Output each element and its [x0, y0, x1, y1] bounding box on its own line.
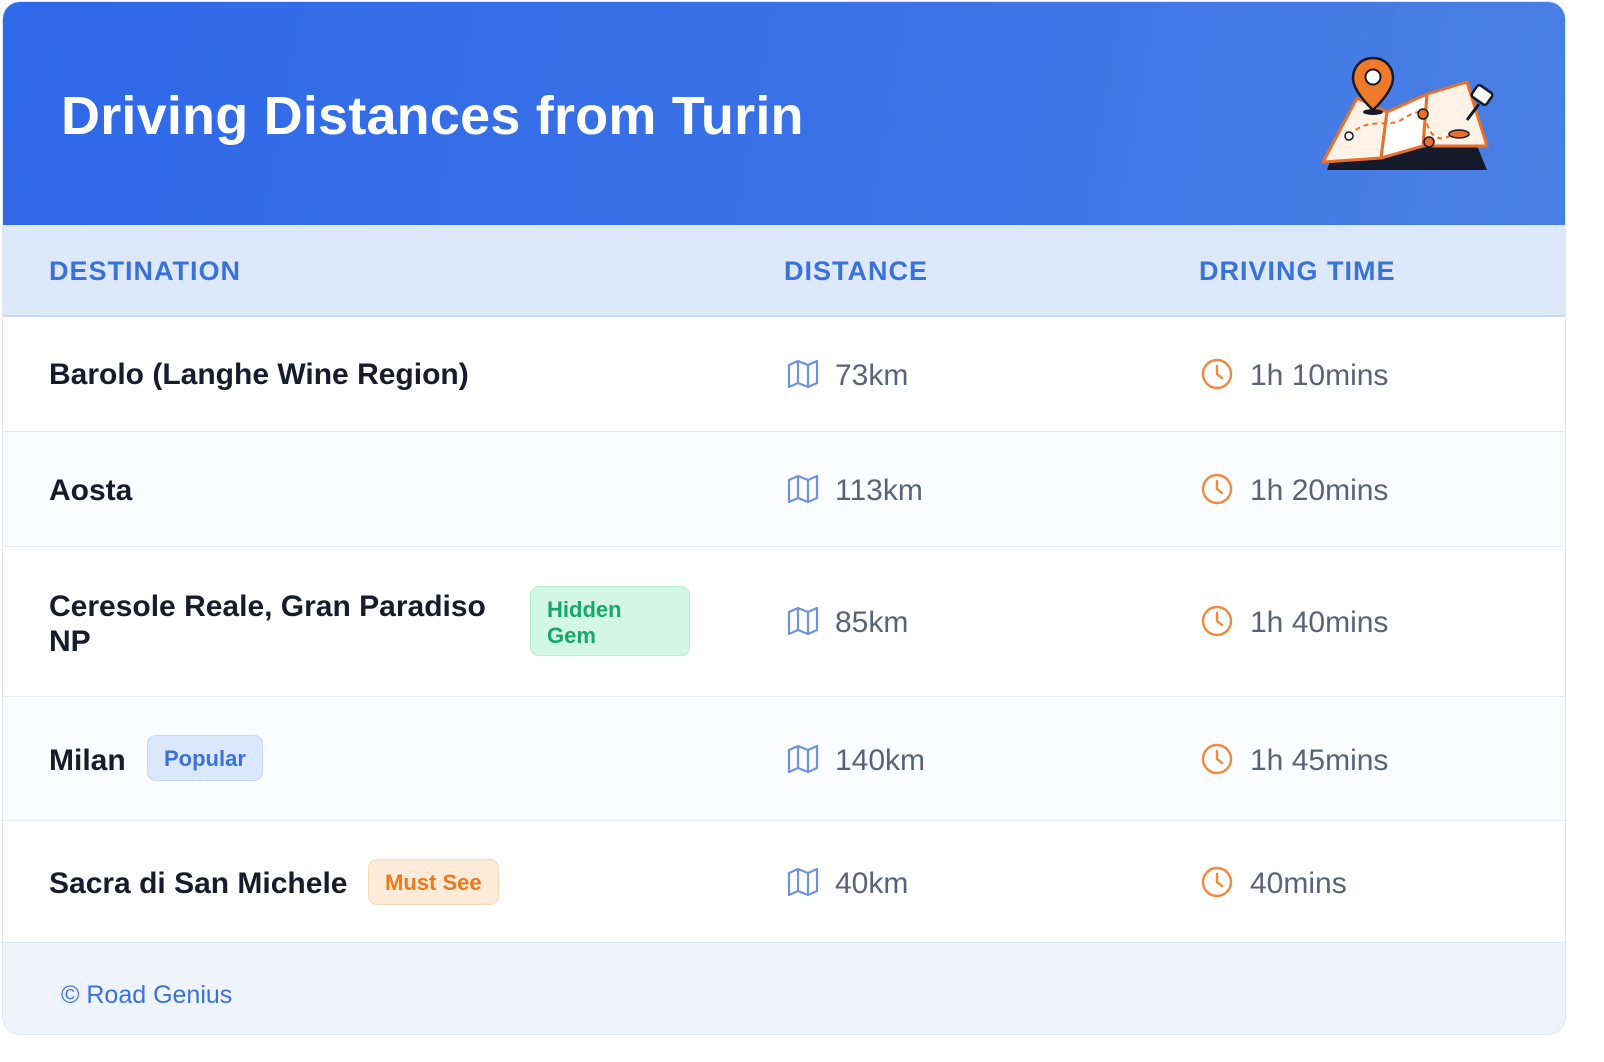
destination-name: Milan: [49, 744, 126, 777]
table-header: DESTINATION DISTANCE DRIVING TIME: [3, 225, 1565, 317]
clock-icon: [1201, 743, 1233, 775]
table-row: Barolo (Langhe Wine Region) 73km 1h 10mi…: [3, 317, 1565, 432]
map-icon: [787, 606, 819, 636]
hidden-gem-badge: Hidden Gem: [530, 586, 690, 656]
folded-map-with-location-pin-icon: [1321, 56, 1494, 170]
clock-icon: [1201, 473, 1233, 505]
column-header-driving-time: DRIVING TIME: [1199, 256, 1396, 286]
distance-value: 40km: [835, 867, 909, 900]
table-row: Ceresole Reale, Gran Paradiso NP Hidden …: [3, 547, 1565, 697]
table-row: Aosta 113km 1h 20mins: [3, 432, 1565, 547]
table-row: Milan Popular 140km 1h 45mins: [3, 697, 1565, 821]
destination-name: Aosta: [49, 474, 133, 507]
driving-time-value: 1h 10mins: [1250, 359, 1389, 392]
driving-time-value: 40mins: [1250, 867, 1347, 900]
destination-name: Ceresole Reale, Gran Paradiso NP: [49, 590, 486, 658]
destination-name: Barolo (Langhe Wine Region): [49, 358, 469, 391]
map-icon: [787, 474, 819, 504]
must-see-badge: Must See: [368, 859, 499, 905]
card-header: Driving Distances from Turin: [3, 2, 1565, 225]
column-header-distance: DISTANCE: [784, 256, 929, 286]
driving-time-value: 1h 45mins: [1250, 744, 1389, 777]
driving-time-value: 1h 20mins: [1250, 474, 1389, 507]
page-title: Driving Distances from Turin: [61, 86, 804, 146]
clock-icon: [1201, 358, 1233, 390]
map-icon: [787, 867, 819, 897]
driving-time-value: 1h 40mins: [1250, 606, 1389, 639]
map-icon: [787, 359, 819, 389]
distance-value: 140km: [835, 744, 926, 777]
distance-value: 73km: [835, 359, 909, 392]
table-row: Sacra di San Michele Must See 40km 40min…: [3, 821, 1565, 942]
distance-value: 85km: [835, 606, 909, 639]
copyright-link[interactable]: © Road Genius: [61, 980, 232, 1010]
destination-name: Sacra di San Michele: [49, 867, 348, 900]
popular-badge: Popular: [147, 735, 263, 781]
distance-table-card: Driving Distances from Turin DESTINATION…: [2, 1, 1566, 1035]
column-header-destination: DESTINATION: [49, 256, 241, 286]
clock-icon: [1201, 866, 1233, 898]
clock-icon: [1201, 605, 1233, 637]
distance-value: 113km: [835, 474, 923, 507]
map-icon: [787, 744, 819, 774]
card-footer: © Road Genius: [3, 942, 1565, 1034]
